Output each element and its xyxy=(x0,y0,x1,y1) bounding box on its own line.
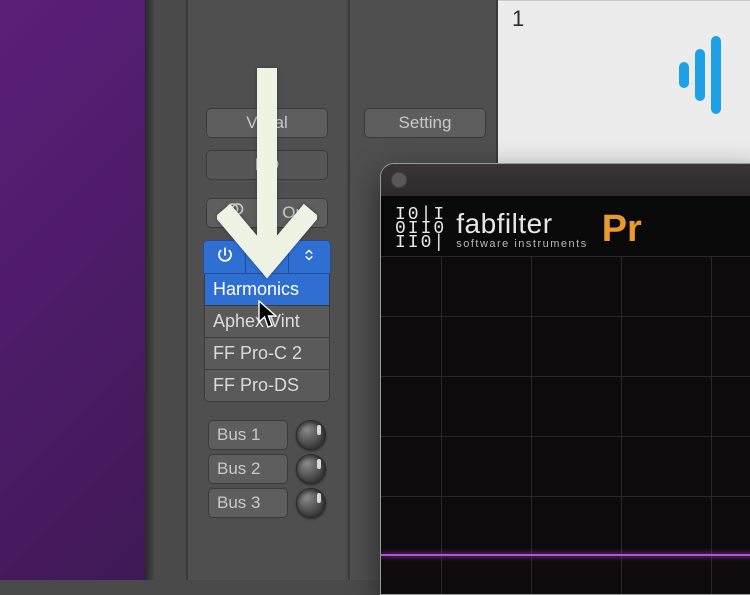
track-number-label: 1 xyxy=(512,6,524,32)
plugin-slot-header[interactable] xyxy=(203,240,331,274)
sends-section: Bus 1 Bus 2 Bus 3 xyxy=(208,420,326,518)
eq-curve[interactable] xyxy=(381,554,750,556)
plugin-slot[interactable]: FF Pro-C 2 xyxy=(204,338,330,370)
channel-strip-1: Vocal EQ Out Harmonics Aphex Vint FF Pro… xyxy=(188,0,346,580)
send-level-knob[interactable] xyxy=(296,454,326,484)
setting-button[interactable]: Setting xyxy=(364,108,486,138)
plugin-slot[interactable]: FF Pro-DS xyxy=(204,370,330,402)
output-button[interactable]: Out xyxy=(264,198,328,228)
send-row: Bus 1 xyxy=(208,420,326,450)
send-level-knob[interactable] xyxy=(296,420,326,450)
updown-arrows-icon xyxy=(302,246,316,269)
plugin-window[interactable]: I0|I 0II0 II0| fabfilter software instru… xyxy=(380,163,750,595)
plugin-slot[interactable]: Harmonics xyxy=(204,274,330,306)
eq-graph[interactable] xyxy=(381,256,750,594)
window-shadow xyxy=(145,0,155,580)
send-destination-button[interactable]: Bus 3 xyxy=(208,488,288,518)
sliders-icon xyxy=(258,246,276,269)
waveform-thumbnail xyxy=(640,30,750,120)
send-destination-button[interactable]: Bus 1 xyxy=(208,420,288,450)
stereo-mode-button[interactable] xyxy=(206,198,264,228)
close-icon[interactable] xyxy=(391,172,407,188)
plugin-power-button[interactable] xyxy=(204,241,246,273)
eq-button[interactable]: EQ xyxy=(206,150,328,180)
send-level-knob[interactable] xyxy=(296,488,326,518)
plugin-window-titlebar[interactable] xyxy=(381,164,750,196)
brand-subtitle: software instruments xyxy=(456,238,587,250)
send-row: Bus 2 xyxy=(208,454,326,484)
track-name-button[interactable]: Vocal xyxy=(206,108,328,138)
product-name: Pr xyxy=(602,208,642,251)
send-destination-button[interactable]: Bus 2 xyxy=(208,454,288,484)
desktop-background xyxy=(0,0,145,580)
plugin-stepper-button[interactable] xyxy=(289,241,330,273)
plugin-slot[interactable]: Aphex Vint xyxy=(204,306,330,338)
plugin-brand-header: I0|I 0II0 II0| fabfilter software instru… xyxy=(381,196,750,256)
send-row: Bus 3 xyxy=(208,488,326,518)
brand-name: fabfilter xyxy=(456,208,587,240)
stereo-icon xyxy=(225,199,245,228)
plugin-editor-button[interactable] xyxy=(246,241,288,273)
fabfilter-logo-icon: I0|I 0II0 II0| xyxy=(395,208,446,250)
power-icon xyxy=(216,246,234,269)
